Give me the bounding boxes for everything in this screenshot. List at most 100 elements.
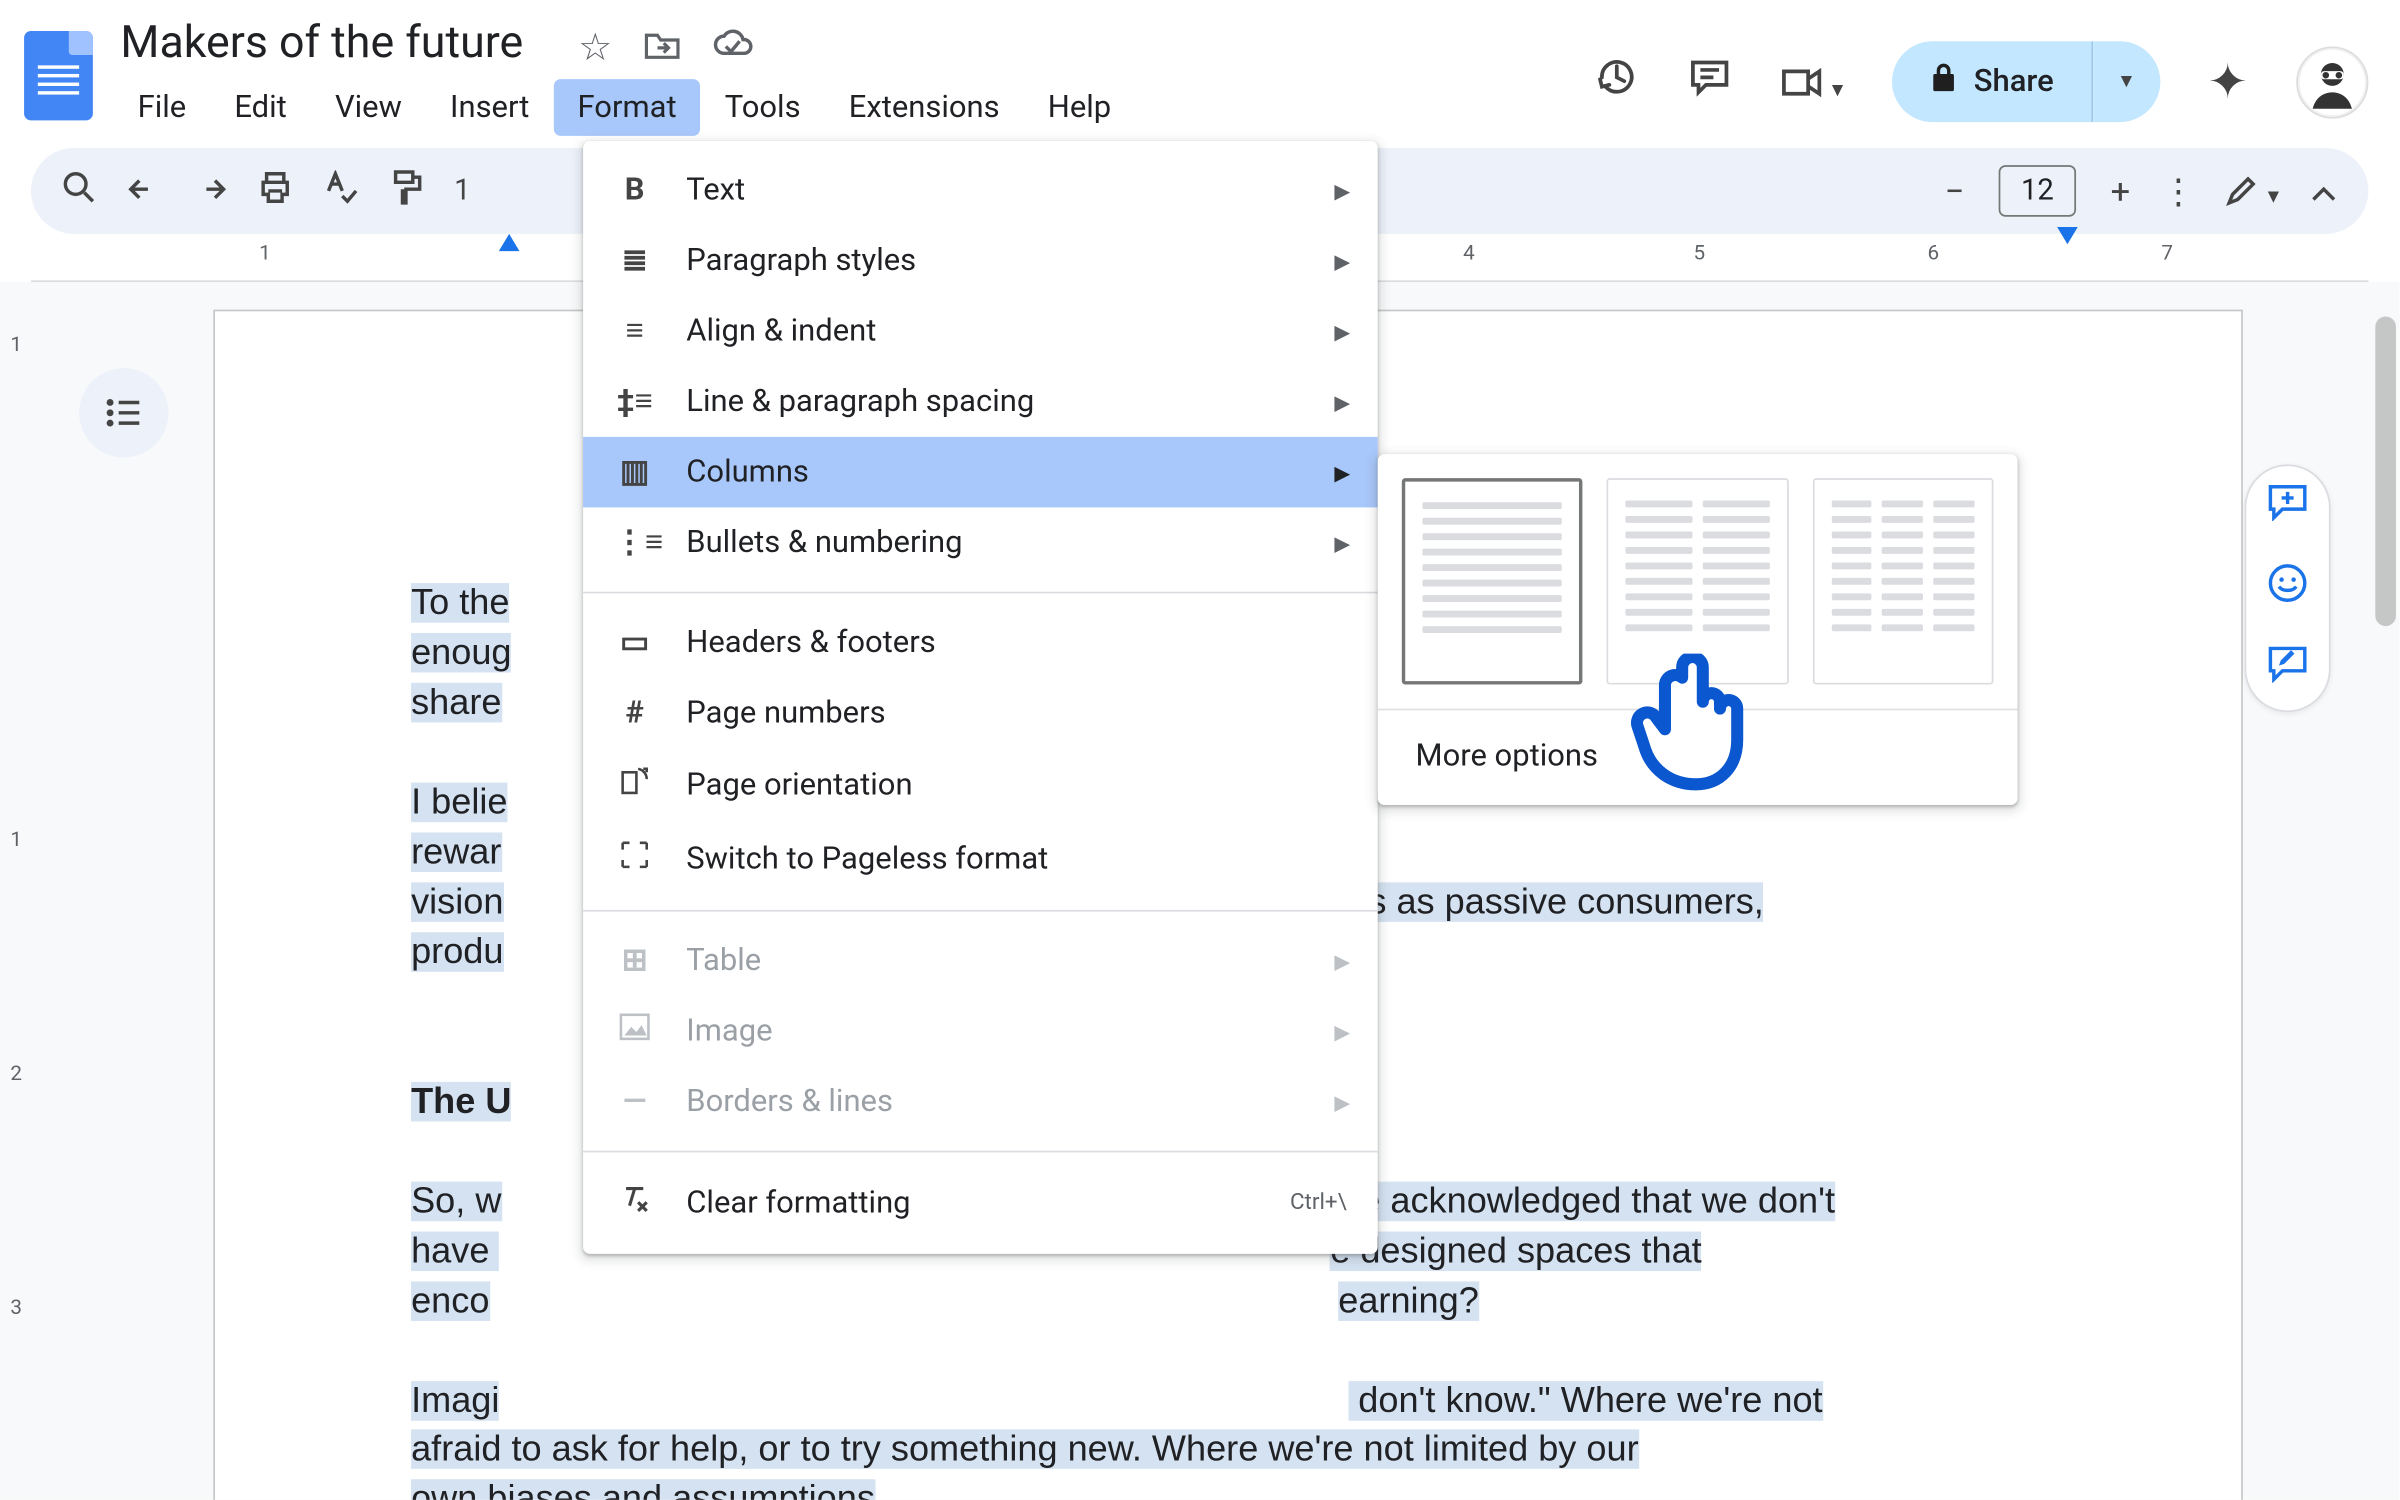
text-run: rewar [411, 832, 501, 872]
columns-more-options[interactable]: More options [1378, 710, 2018, 805]
columns-submenu: More options [1378, 454, 2018, 805]
text-run: don't know." Where we're not [1348, 1380, 1822, 1420]
font-size-input[interactable]: 12 [1999, 165, 2077, 217]
menu-text[interactable]: BText▶ [583, 155, 1378, 226]
menu-file[interactable]: File [114, 79, 211, 136]
scrollbar-thumb[interactable] [2375, 316, 2396, 626]
ruler-num: 6 [1927, 241, 1939, 265]
cloud-status-icon[interactable] [712, 27, 753, 72]
menu-tools[interactable]: Tools [701, 79, 825, 136]
paragraph-icon: ≣ [614, 243, 655, 279]
text-run: own biases and assumptions [411, 1480, 875, 1500]
search-icon[interactable] [62, 169, 96, 212]
paint-format-icon[interactable] [389, 168, 423, 214]
outline-toggle[interactable] [79, 368, 168, 457]
star-icon[interactable] [578, 27, 612, 72]
menu-view[interactable]: View [311, 79, 426, 136]
meet-icon[interactable] [1780, 58, 1843, 106]
font-size-increase[interactable]: + [2111, 170, 2131, 211]
lock-icon [1929, 62, 1957, 102]
menu-clear-formatting[interactable]: Clear formattingCtrl+\ [583, 1166, 1378, 1240]
zoom-level[interactable]: 1 [454, 174, 470, 208]
font-size-decrease[interactable]: − [1945, 170, 1965, 211]
ruler-num: 4 [1463, 241, 1475, 265]
docs-logo[interactable] [24, 31, 93, 120]
menu-insert[interactable]: Insert [426, 79, 553, 136]
share-dropdown[interactable] [2093, 41, 2159, 122]
orientation-icon [614, 765, 655, 805]
collapse-toolbar-icon[interactable] [2310, 170, 2338, 211]
ruler-num: 1 [10, 827, 22, 851]
text-run: vision [411, 882, 503, 922]
menu-label: Align & indent [686, 313, 876, 349]
pageless-icon [614, 839, 655, 879]
suggest-edits-icon[interactable] [2267, 645, 2308, 693]
add-comment-icon[interactable] [2267, 483, 2308, 531]
editing-mode-icon[interactable] [2226, 170, 2279, 211]
indent-marker[interactable] [499, 234, 520, 251]
menu-label: Bullets & numbering [686, 525, 962, 561]
text-run: earning? [1338, 1281, 1479, 1321]
menu-pageless[interactable]: Switch to Pageless format [583, 822, 1378, 896]
text-run: e designed spaces that [1330, 1231, 1702, 1271]
menu-separator [583, 592, 1378, 594]
columns-icon: ▥ [614, 454, 655, 490]
share-label: Share [1974, 64, 2054, 100]
doc-title[interactable]: Makers of the future [114, 14, 531, 72]
account-avatar[interactable] [2296, 46, 2368, 118]
share-button[interactable]: Share [1891, 41, 2093, 122]
heading-run: The U [411, 1081, 511, 1121]
menu-headers-footers[interactable]: ▭ Headers & footers [583, 607, 1378, 678]
text-run: afraid to ask for help, or to try someth… [411, 1430, 1639, 1470]
spellcheck-icon[interactable] [323, 169, 357, 212]
ruler-vertical[interactable]: 1 1 2 3 [0, 282, 58, 1500]
menu-label: Image [686, 1013, 772, 1049]
menu-format[interactable]: Format [553, 79, 700, 136]
clear-format-icon [614, 1183, 655, 1223]
menu-help[interactable]: Help [1024, 79, 1136, 136]
ruler-num: 1 [10, 332, 22, 356]
undo-icon[interactable] [127, 170, 161, 211]
menu-edit[interactable]: Edit [210, 79, 311, 136]
add-emoji-icon[interactable] [2267, 562, 2308, 614]
headers-icon: ▭ [614, 624, 655, 660]
align-icon: ≡ [614, 313, 655, 349]
print-icon[interactable] [258, 169, 292, 212]
submenu-arrow-icon: ▶ [1334, 949, 1350, 973]
menu-image: Image▶ [583, 996, 1378, 1067]
text-run: f we acknowledged that we don't [1314, 1181, 1835, 1221]
move-icon[interactable] [643, 27, 681, 72]
table-icon: ⊞ [614, 943, 655, 979]
text-run: To the [411, 583, 509, 623]
text-run: enoug [411, 633, 511, 673]
columns-option-1[interactable] [1402, 478, 1583, 684]
menu-extensions[interactable]: Extensions [825, 79, 1024, 136]
gemini-icon[interactable]: ✦ [2208, 53, 2248, 110]
menu-line-spacing[interactable]: ‡≡Line & paragraph spacing▶ [583, 366, 1378, 437]
redo-icon[interactable] [193, 170, 227, 211]
text-run: produ [411, 932, 503, 972]
menu-page-orientation[interactable]: Page orientation [583, 748, 1378, 822]
comment-tools-panel [2245, 464, 2331, 712]
menu-align-indent[interactable]: ≡Align & indent▶ [583, 296, 1378, 367]
menu-label: Switch to Pageless format [686, 841, 1048, 877]
menu-bullets-numbering[interactable]: ⋮≡Bullets & numbering▶ [583, 507, 1378, 578]
menu-label: Paragraph styles [686, 243, 916, 279]
submenu-arrow-icon: ▶ [1334, 1090, 1350, 1114]
menu-label: Line & paragraph spacing [686, 384, 1034, 420]
history-icon[interactable] [1594, 54, 1639, 109]
columns-option-3[interactable] [1812, 478, 1993, 684]
more-tools-icon[interactable]: ⋮ [2161, 170, 2195, 211]
columns-option-2[interactable] [1607, 478, 1788, 684]
ruler-num: 2 [10, 1061, 22, 1085]
menubar: File Edit View Insert Format Tools Exten… [114, 79, 1595, 136]
menu-label: Headers & footers [686, 624, 935, 660]
menu-page-numbers[interactable]: #Page numbers [583, 678, 1378, 749]
right-margin-marker[interactable] [2057, 227, 2078, 244]
comments-icon[interactable] [1687, 54, 1732, 109]
submenu-arrow-icon: ▶ [1334, 531, 1350, 555]
ruler-num: 3 [10, 1295, 22, 1319]
menu-paragraph-styles[interactable]: ≣Paragraph styles▶ [583, 225, 1378, 296]
borders-icon: — [614, 1084, 655, 1120]
menu-columns[interactable]: ▥Columns▶ [583, 437, 1378, 508]
